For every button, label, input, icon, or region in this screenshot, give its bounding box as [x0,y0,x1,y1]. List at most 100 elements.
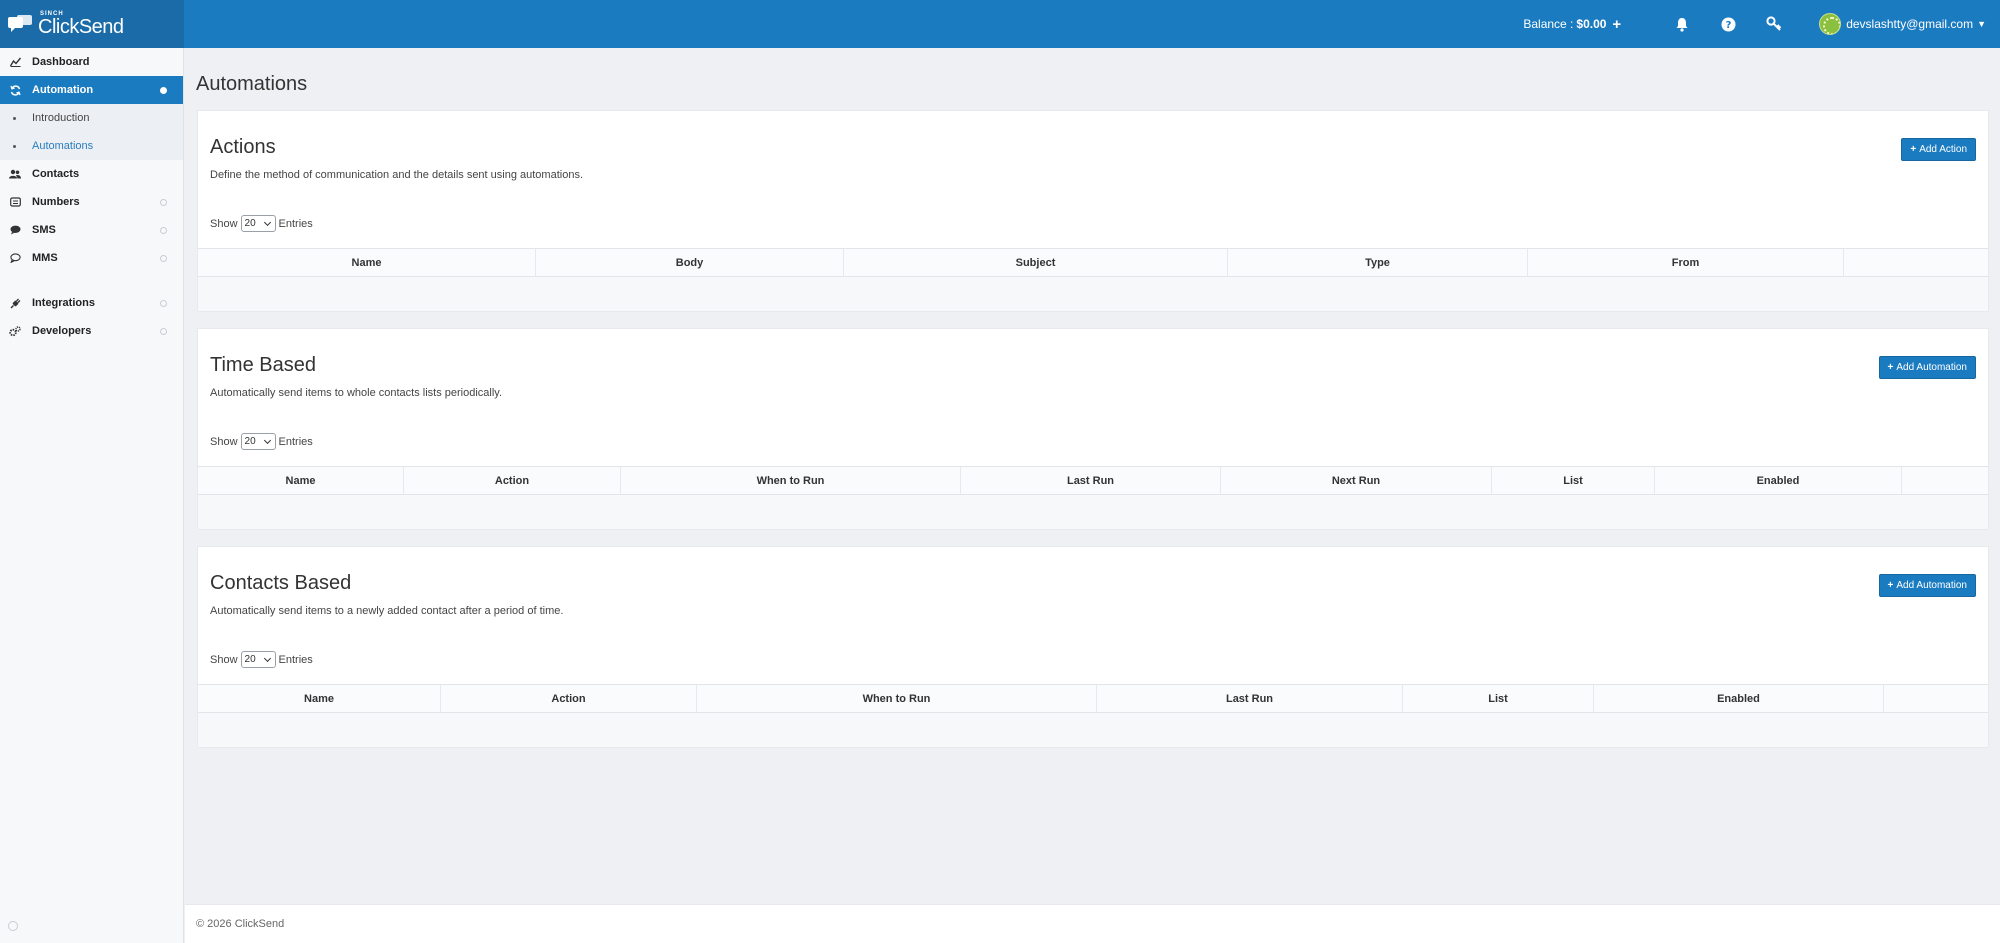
add-balance-button[interactable]: + [1612,16,1621,33]
column-header[interactable]: Enabled [1655,467,1902,494]
user-email: devslashtty@gmail.com [1846,17,1974,31]
entries-select[interactable]: 20 [240,651,276,668]
table-header: Name Action When to Run Last Run List En… [198,684,1988,713]
top-bar: SINCH ClickSend Balance : $0.00 + ? devs… [0,0,2000,48]
column-header[interactable]: Last Run [961,467,1221,494]
main-content: Automations Actions Define the method of… [185,48,2000,943]
column-header[interactable]: Name [198,685,441,712]
entries-select[interactable]: 20 [240,215,276,232]
table-header: Name Body Subject Type From [198,248,1988,277]
column-header[interactable]: List [1403,685,1594,712]
sidebar-subitem-automations[interactable]: Automations [0,132,183,160]
column-header[interactable]: When to Run [621,467,961,494]
column-header[interactable]: Body [536,249,844,276]
table-header: Name Action When to Run Last Run Next Ru… [198,466,1988,495]
sidebar: Dashboard Automation Introduction Automa… [0,48,184,943]
column-header[interactable]: Last Run [1097,685,1403,712]
chat-logo-icon [8,15,32,33]
collapse-toggle-icon[interactable] [8,921,18,931]
cogs-icon [9,325,21,337]
sidebar-item-contacts[interactable]: Contacts [0,160,183,188]
sidebar-item-integrations[interactable]: Integrations [0,289,183,317]
button-label: Add Automation [1896,580,1967,591]
empty-table-body [198,713,1988,748]
section-title: Actions [210,136,276,158]
chat-icon [9,224,21,236]
balance-label: Balance : [1523,17,1574,31]
status-dot-icon [160,227,167,234]
empty-table-body [198,277,1988,312]
sidebar-item-numbers[interactable]: Numbers [0,188,183,216]
section-title: Time Based [210,354,316,376]
sidebar-item-label: Developers [32,325,92,337]
entries-control: Show 20 Entries [210,651,313,668]
user-menu[interactable]: devslashtty@gmail.com ▼ [1819,13,1986,35]
add-automation-button[interactable]: + Add Automation [1878,356,1976,379]
entries-control: Show 20 Entries [210,433,313,450]
balance-display[interactable]: Balance : $0.00 + [1523,16,1621,33]
column-header[interactable]: When to Run [697,685,1097,712]
sidebar-item-mms[interactable]: MMS [0,244,183,272]
brand-name: ClickSend [38,16,124,38]
sidebar-item-label: SMS [32,224,56,236]
dashboard-icon [9,56,21,68]
column-header [1884,685,1988,712]
active-indicator-icon [160,87,167,94]
sidebar-subitem-introduction[interactable]: Introduction [0,104,183,132]
column-header [1902,467,1988,494]
key-icon[interactable] [1766,16,1782,32]
section-description: Automatically send items to a newly adde… [210,605,564,617]
column-header[interactable]: Next Run [1221,467,1492,494]
show-label: Show [210,217,238,230]
entries-label: Entries [278,653,313,666]
sidebar-item-developers[interactable]: Developers [0,317,183,345]
time-based-section: Time Based Automatically send items to w… [197,328,1989,530]
sidebar-item-sms[interactable]: SMS [0,216,183,244]
column-header[interactable]: From [1528,249,1844,276]
sidebar-item-automation[interactable]: Automation [0,76,183,104]
bell-icon[interactable] [1674,16,1690,32]
add-automation-button[interactable]: + Add Automation [1878,574,1976,597]
column-header [1844,249,1988,276]
button-label: Add Automation [1896,362,1967,373]
column-header[interactable]: Subject [844,249,1228,276]
entries-label: Entries [278,217,313,230]
refresh-icon [9,84,21,96]
column-header[interactable]: Enabled [1594,685,1884,712]
status-dot-icon [160,300,167,307]
column-header[interactable]: List [1492,467,1655,494]
button-label: Add Action [1919,144,1967,155]
column-header[interactable]: Type [1228,249,1528,276]
contacts-based-section: Contacts Based Automatically send items … [197,546,1989,748]
bullet-icon [13,144,16,148]
plug-icon [9,297,21,309]
page-title: Automations [196,73,308,95]
section-title: Contacts Based [210,572,352,594]
column-header[interactable]: Action [441,685,697,712]
avatar [1819,13,1842,35]
sidebar-item-label: MMS [32,252,58,264]
sidebar-item-label: Integrations [32,297,95,309]
sidebar-subitem-label: Automations [32,140,94,152]
section-description: Define the method of communication and t… [210,169,584,181]
brand-logo[interactable]: SINCH ClickSend [0,0,184,48]
help-icon[interactable]: ? [1720,16,1736,32]
plus-icon: + [1887,580,1894,591]
status-dot-icon [160,255,167,262]
status-dot-icon [160,328,167,335]
copyright-text: © 2026 ClickSend [196,918,285,930]
column-header[interactable]: Name [198,467,404,494]
sidebar-item-dashboard[interactable]: Dashboard [0,48,183,76]
entries-select[interactable]: 20 [240,433,276,450]
column-header[interactable]: Name [198,249,536,276]
show-label: Show [210,653,238,666]
numbers-icon [9,196,21,208]
sidebar-item-label: Contacts [32,168,80,180]
automation-submenu: Introduction Automations [0,104,183,160]
column-header[interactable]: Action [404,467,621,494]
bullet-icon [13,116,16,120]
footer: © 2026 ClickSend [185,904,2000,943]
add-action-button[interactable]: + Add Action [1901,138,1976,161]
sidebar-item-label: Dashboard [32,56,90,68]
plus-icon: + [1910,144,1917,155]
